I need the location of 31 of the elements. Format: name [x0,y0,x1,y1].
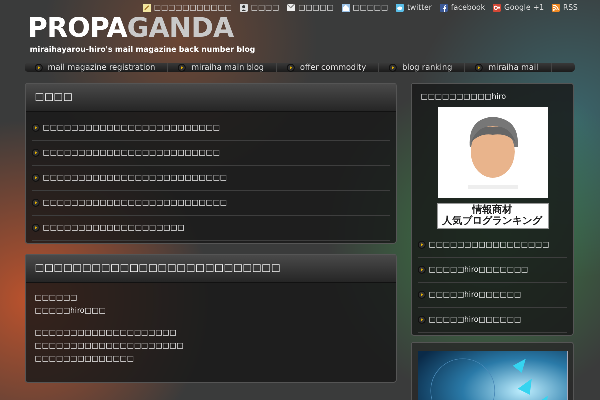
note-icon [143,4,152,12]
person-icon [240,4,248,12]
bullet-icon [418,240,426,248]
bullet-icon [32,124,40,132]
bullet-icon [32,224,40,232]
nav-link[interactable]: miraiha mail [465,63,552,72]
bullet-icon [35,64,43,72]
site-logo[interactable]: PROPAGANDA [28,15,234,43]
bullet-icon [475,64,484,72]
mail-icon [287,4,296,11]
home-icon [342,4,350,12]
bullet-icon [32,148,40,156]
bullet-icon [418,316,426,324]
bullet-icon [32,174,40,182]
bullet-icon [418,266,426,274]
bird-icon [396,4,404,12]
nav-link[interactable]: mail magazine registration [25,63,168,72]
article-title[interactable]: □□□□□□□□□□□□□□□□□□□□□□□□□□ [26,255,396,283]
nav-link[interactable]: miraiha main blog [168,63,278,72]
bullet-icon [32,198,40,206]
bullet-icon [287,64,296,72]
nav-link[interactable]: offer commodity [277,63,380,72]
bullet-icon [418,290,426,298]
panel-title: □□□□ [26,84,396,112]
google-plus-icon [493,4,502,12]
ranking-badge[interactable]: 情報商材 人気ブログランキング [436,203,548,229]
rss-icon [552,4,560,12]
bullet-icon [389,64,398,72]
nav-link[interactable]: blog ranking [379,63,466,72]
facebook-icon [440,4,448,12]
bullet-icon [178,64,186,72]
